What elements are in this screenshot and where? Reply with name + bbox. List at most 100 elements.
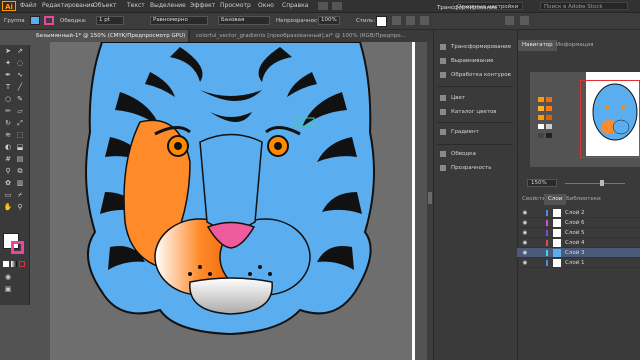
layer-row[interactable]: ◉ Слой 4 [517,238,640,248]
selection-tool-icon[interactable]: ➤ [3,47,13,56]
layer-thumbnail [553,259,561,267]
menu-file[interactable]: Файл [20,2,37,9]
menu-object[interactable]: Объект [93,2,116,9]
opacity-field[interactable]: 100% [318,16,340,25]
align-icon[interactable] [406,16,415,25]
stroke-swatch[interactable] [44,16,54,25]
scale-icon[interactable]: ⤢ [15,119,25,128]
tiger-artwork[interactable] [50,42,412,360]
color-mode-icon[interactable] [3,261,9,267]
menu-select[interactable]: Выделение [150,2,186,9]
search-input[interactable]: Поиск в Adobe Stock [540,2,628,10]
visibility-eye-icon[interactable]: ◉ [521,248,529,258]
visibility-eye-icon[interactable]: ◉ [521,208,529,218]
slice-icon[interactable]: ⌿ [15,191,25,200]
perspective-icon[interactable]: ⬓ [15,143,25,152]
dock-pathfinder[interactable]: Обработка контуров [440,70,516,81]
zoom-slider[interactable] [565,183,625,184]
tab-active-document[interactable]: Безымянный-1* @ 150% (CMYK/Предпросмотр … [30,30,188,42]
navigator-viewbox[interactable] [580,80,640,158]
zoom-tool-icon[interactable]: ⚲ [15,203,25,212]
lasso-icon[interactable]: ◌ [15,59,25,68]
menu-window[interactable]: Окно [258,2,274,9]
layer-thumbnail [553,239,561,247]
bridge-icon[interactable] [318,2,328,10]
bounding-icon[interactable] [505,16,514,25]
tab-libraries[interactable]: Библиотеки [562,194,605,205]
layer-color-mark [546,260,548,266]
dock-transparency[interactable]: Прозрачность [440,163,516,174]
menu-text[interactable]: Текст [127,2,145,9]
layer-row[interactable]: ◉ Слой 2 [517,208,640,218]
pencil-icon[interactable]: ✏ [3,107,13,116]
eyedropper-icon[interactable]: ⚲ [3,167,13,176]
dock-color-guide[interactable]: Каталог цветов [440,107,516,118]
isolate-icon[interactable] [420,16,429,25]
blend-icon[interactable]: ⧉ [15,167,25,176]
zoom-field[interactable]: 150% [527,179,557,187]
visibility-eye-icon[interactable]: ◉ [521,218,529,228]
dock-align[interactable]: Выравнивание [440,56,516,67]
zoom-slider-knob[interactable] [600,180,604,186]
visibility-eye-icon[interactable]: ◉ [521,228,529,238]
pen-tool-icon[interactable]: ✒ [3,71,13,80]
menu-help[interactable]: Справка [282,2,308,9]
layer-thumbnail [553,249,561,257]
hand-tool-icon[interactable]: ✋ [3,203,13,212]
stroke-color-icon[interactable] [11,241,24,254]
group-label: Группа [4,18,25,24]
style-swatch[interactable] [376,16,387,27]
screen-mode-icon[interactable]: ▣ [3,285,13,294]
layer-row[interactable]: ◉ Слой 6 [517,218,640,228]
width-tool-icon[interactable]: ≋ [3,131,13,140]
gradient-mode-icon[interactable] [11,261,17,267]
dock-gradient[interactable]: Градиент [440,127,516,138]
magic-wand-icon[interactable]: ✦ [3,59,13,68]
dock-color[interactable]: Цвет [440,93,516,104]
fill-swatch[interactable] [30,16,40,25]
line-tool-icon[interactable]: ╱ [15,83,25,92]
layer-row-selected[interactable]: ◉ Слой 3 [517,248,640,258]
menu-edit[interactable]: Редактирование [42,2,94,9]
symbol-sprayer-icon[interactable]: ✿ [3,179,13,188]
direct-selection-icon[interactable]: ⇗ [15,47,25,56]
type-tool-icon[interactable]: T [3,83,13,92]
tab-second-document[interactable]: colorful_vector_gradients [преобразованн… [190,30,433,42]
graph-tool-icon[interactable]: ▥ [15,179,25,188]
scrollbar-thumb[interactable] [428,192,432,204]
layer-row[interactable]: ◉ Слой 5 [517,228,640,238]
panel-menu-icon[interactable] [520,16,529,25]
draw-mode-icon[interactable]: ◉ [3,273,13,282]
rotate-icon[interactable]: ↻ [3,119,13,128]
menu-view[interactable]: Просмотр [220,2,251,9]
visibility-eye-icon[interactable]: ◉ [521,258,529,268]
gradient-panel-icon [440,128,446,135]
arrange-docs-icon[interactable] [332,2,342,10]
dock-stroke[interactable]: Обводка [440,149,516,160]
menu-effect[interactable]: Эффект [190,2,215,9]
visibility-eye-icon[interactable]: ◉ [521,238,529,248]
stroke-profile-select[interactable]: Равномерно [150,16,208,25]
shape-builder-icon[interactable]: ◐ [3,143,13,152]
mesh-icon[interactable]: # [3,155,13,164]
eraser-icon[interactable]: ▱ [15,107,25,116]
recolor-icon[interactable] [392,16,401,25]
gradient-tool-icon[interactable]: ▤ [15,155,25,164]
transform-link[interactable]: Трансформирование [437,3,497,13]
tab-info[interactable]: Информация [552,40,597,51]
layer-color-mark [546,220,548,226]
tab-navigator[interactable]: Навигатор [518,40,557,51]
stroke-size-field[interactable]: 1 pt [96,16,124,25]
dock-separator [437,86,513,87]
brush-select[interactable]: Базовая [218,16,270,25]
layer-row[interactable]: ◉ Слой 1 [517,258,640,268]
nose-bridge [199,133,263,231]
brush-tool-icon[interactable]: ✎ [15,95,25,104]
free-transform-icon[interactable]: ⬚ [15,131,25,140]
ellipse-tool-icon[interactable]: ○ [3,95,13,104]
none-mode-icon[interactable] [19,261,25,267]
tools-panel: ➤ ⇗ ✦ ◌ ✒ ∿ T ╱ ○ ✎ ✏ ▱ ↻ ⤢ ≋ ⬚ ◐ ⬓ # ▤ … [0,45,30,305]
dock-transform[interactable]: Трансформирование [440,42,516,53]
artboard-tool-icon[interactable]: ▭ [3,191,13,200]
curvature-icon[interactable]: ∿ [15,71,25,80]
